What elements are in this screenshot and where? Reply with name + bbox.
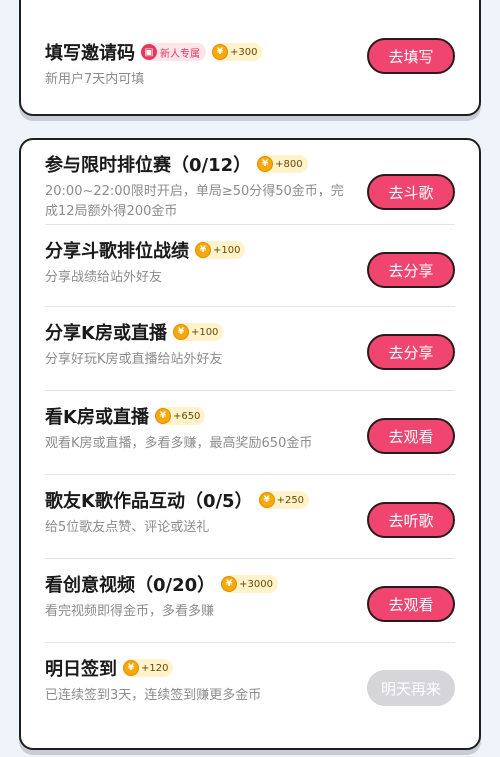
invite-desc: 新用户7天内可填 bbox=[45, 72, 145, 87]
task-action-button[interactable]: 去斗歌 bbox=[367, 174, 455, 210]
task-desc: 分享好玩K房或直播给站外好友 bbox=[45, 352, 223, 367]
reward-amount: +100 bbox=[190, 326, 219, 338]
task-action-button[interactable]: 去观看 bbox=[367, 586, 455, 622]
invite-title: 填写邀请码 bbox=[45, 43, 135, 64]
task-title: 分享斗歌排位战绩 bbox=[45, 241, 189, 262]
task-desc: 给5位歌友点赞、评论或送礼 bbox=[45, 520, 210, 535]
reward-badge: ¥ +100 bbox=[195, 241, 246, 259]
task-divider bbox=[45, 474, 455, 475]
reward-badge: ¥ +100 bbox=[172, 323, 224, 341]
task-row: 分享斗歌排位战绩 ¥ +100 分享战绩给站外好友 去分享 bbox=[45, 236, 455, 302]
new-user-badge: ▣ 新人专属 bbox=[141, 43, 206, 61]
task-divider bbox=[45, 224, 455, 225]
task-divider bbox=[45, 390, 455, 391]
invite-row: 填写邀请码 ▣ 新人专属 ¥ +300 新用户7天内可填 去填写 bbox=[45, 38, 455, 108]
task-desc: 看完视频即得金币，多看多赚 bbox=[45, 604, 215, 619]
coin-icon: ¥ bbox=[123, 660, 139, 676]
task-row: 明日签到 ¥ +120 已连续签到3天，连续签到赚更多金币 明天再来 bbox=[45, 654, 455, 720]
task-desc: 已连续签到3天，连续签到赚更多金币 bbox=[45, 688, 262, 703]
reward-badge: ¥ +120 bbox=[123, 659, 174, 677]
reward-amount: +120 bbox=[141, 662, 169, 674]
task-title: 参与限时排位赛（0/12） bbox=[45, 155, 252, 176]
task-list-card: 参与限时排位赛（0/12） ¥ +800 20:00~22:00限时开启，单局≥50分… bbox=[19, 138, 481, 750]
coin-icon: ¥ bbox=[257, 156, 274, 172]
reward-badge: ¥ +250 bbox=[258, 491, 310, 509]
task-desc: 观看K房或直播，多看多赚，最高奖励650金币 bbox=[45, 436, 313, 451]
coin-icon: ¥ bbox=[221, 576, 238, 592]
reward-amount: +300 bbox=[230, 46, 258, 58]
task-divider bbox=[45, 306, 455, 307]
reward-badge: ¥ +3000 bbox=[221, 575, 278, 593]
task-title: 歌友K歌作品互动（0/5） bbox=[45, 491, 253, 512]
coin-icon: ¥ bbox=[212, 44, 228, 60]
task-action-button[interactable]: 去分享 bbox=[367, 252, 455, 288]
reward-amount: +800 bbox=[275, 158, 303, 170]
reward-amount: +250 bbox=[276, 494, 305, 506]
gift-icon: ▣ bbox=[141, 44, 157, 60]
invite-card: 填写邀请码 ▣ 新人专属 ¥ +300 新用户7天内可填 去填写 bbox=[19, 0, 481, 116]
task-action-button[interactable]: 去观看 bbox=[367, 418, 455, 454]
task-row: 参与限时排位赛（0/12） ¥ +800 20:00~22:00限时开启，单局≥50分… bbox=[45, 150, 455, 228]
task-row: 看创意视频（0/20） ¥ +3000 看完视频即得金币，多看多赚 去观看 bbox=[45, 570, 455, 636]
reward-amount: +3000 bbox=[239, 578, 273, 590]
coin-icon: ¥ bbox=[154, 408, 171, 424]
task-divider bbox=[45, 642, 455, 643]
task-row: 分享K房或直播 ¥ +100 分享好玩K房或直播给站外好友 去分享 bbox=[45, 318, 455, 384]
task-row: 歌友K歌作品互动（0/5） ¥ +250 给5位歌友点赞、评论或送礼 去听歌 bbox=[45, 486, 455, 552]
coin-icon: ¥ bbox=[172, 324, 189, 340]
reward-amount: +100 bbox=[213, 244, 241, 256]
task-action-button[interactable]: 明天再来 bbox=[367, 670, 455, 706]
task-title: 看K房或直播 bbox=[45, 407, 149, 428]
task-title: 分享K房或直播 bbox=[45, 323, 167, 344]
coin-icon: ¥ bbox=[258, 492, 275, 508]
reward-badge: ¥ +800 bbox=[257, 155, 308, 173]
reward-amount: +650 bbox=[172, 410, 201, 422]
fill-invite-button[interactable]: 去填写 bbox=[367, 38, 455, 74]
task-action-button[interactable]: 去分享 bbox=[367, 334, 455, 370]
task-title: 明日签到 bbox=[45, 659, 117, 680]
coin-icon: ¥ bbox=[195, 242, 211, 258]
task-desc: 分享战绩给站外好友 bbox=[45, 270, 163, 285]
task-action-button[interactable]: 去听歌 bbox=[367, 502, 455, 538]
task-row: 看K房或直播 ¥ +650 观看K房或直播，多看多赚，最高奖励650金币 去观看 bbox=[45, 402, 455, 468]
task-title: 看创意视频（0/20） bbox=[45, 575, 216, 596]
task-divider bbox=[45, 558, 455, 559]
reward-badge: ¥ +300 bbox=[212, 43, 263, 61]
reward-badge: ¥ +650 bbox=[154, 407, 206, 425]
task-desc: 20:00~22:00限时开启，单局≥50分得50金币，完成12局额外得200金… bbox=[45, 184, 344, 219]
new-user-badge-label: 新人专属 bbox=[160, 48, 200, 60]
